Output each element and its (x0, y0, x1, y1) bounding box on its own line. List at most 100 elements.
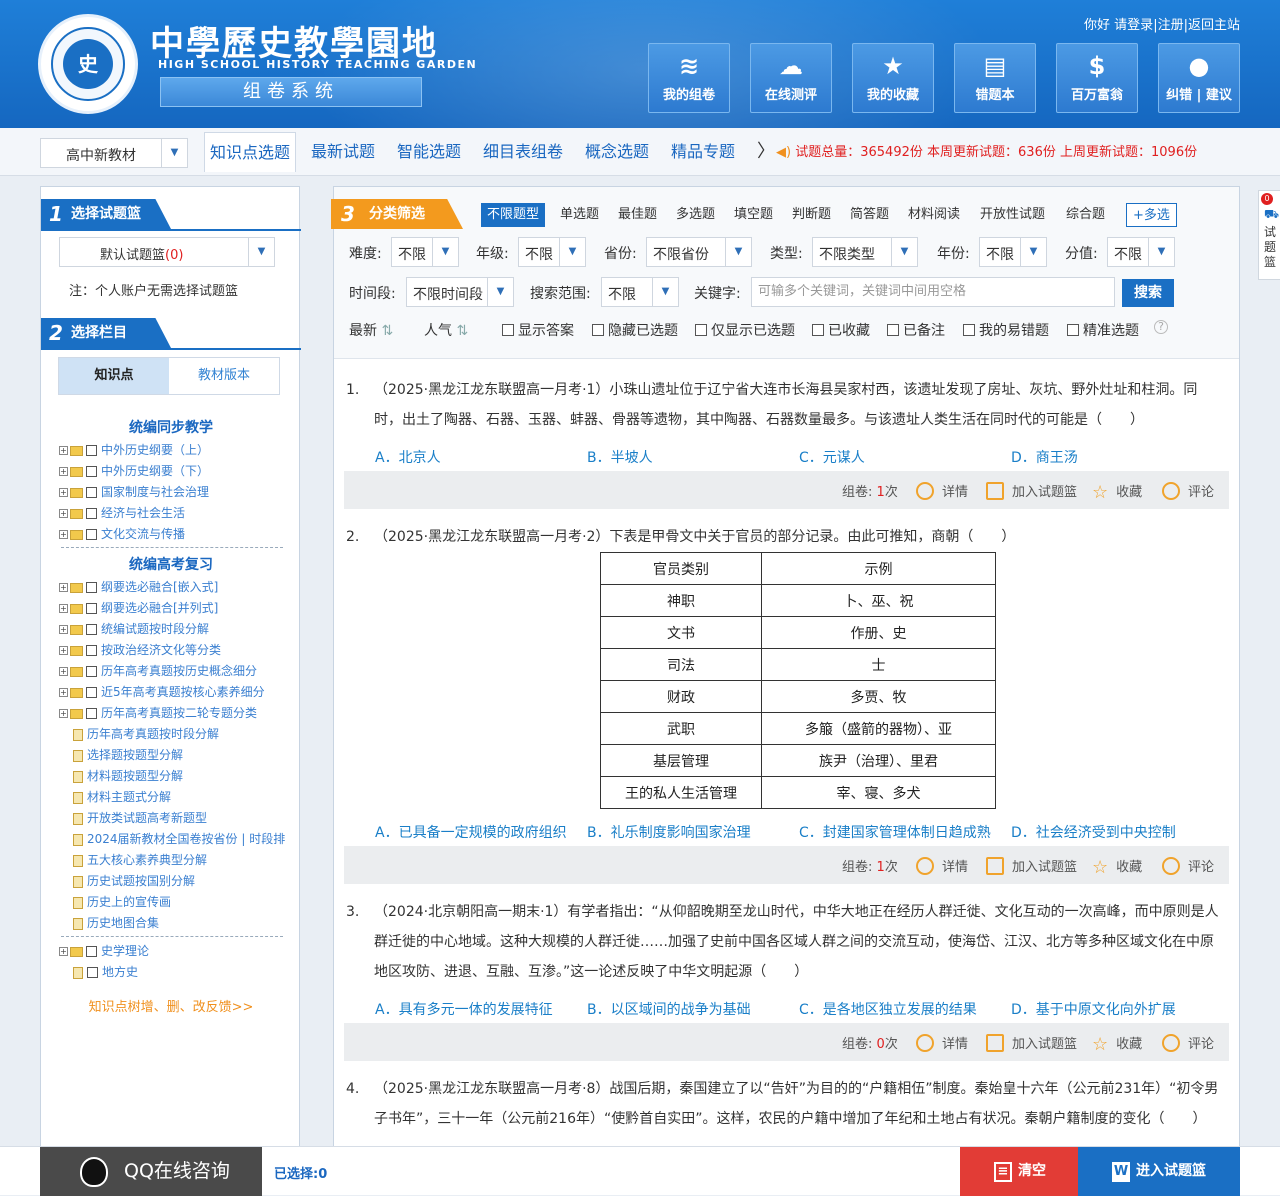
expand-icon[interactable]: + (59, 667, 68, 676)
sort-popular[interactable]: 人气 ⇅ (424, 320, 468, 340)
qtype-2[interactable]: 最佳题 (618, 203, 657, 227)
add-to-basket-button[interactable]: 加入试题篮 (986, 1033, 1077, 1052)
option-c[interactable]: C．封建国家管理体制日趋成熟 (799, 822, 991, 842)
checkbox[interactable] (86, 603, 97, 614)
nav-button-4[interactable]: $ 百万富翁 (1056, 43, 1138, 113)
tab-knowledge[interactable]: 知识点选题 (204, 132, 297, 172)
option-d[interactable]: D．基于中原文化向外扩展 (1011, 999, 1176, 1019)
tree-group1-title[interactable]: 统编同步教学 (41, 417, 301, 437)
favorite-button[interactable]: ☆ 收藏 (1092, 481, 1142, 503)
option-b[interactable]: B．礼乐制度影响国家治理 (587, 822, 751, 842)
comment-button[interactable]: 评论 (1162, 481, 1214, 500)
option-a[interactable]: A．已具备一定规模的政府组织 (375, 822, 567, 842)
qq-consult-button[interactable]: QQ在线咨询 (40, 1147, 262, 1196)
tree-feedback-link[interactable]: 知识点树增、删、改反馈>> (41, 996, 301, 1015)
filter-checkbox-6[interactable]: 精准选题 (1067, 320, 1139, 340)
tree-folder[interactable]: + 近5年高考真题按核心素养细分 (59, 682, 285, 702)
qtype-1[interactable]: 单选题 (560, 203, 599, 227)
option-d[interactable]: D．社会经济受到中央控制 (1011, 822, 1176, 842)
switch-textbook[interactable]: 教材版本 (169, 358, 279, 394)
tab-smart[interactable]: 智能选题 (397, 132, 461, 172)
tree-doc[interactable]: 材料题按题型分解 (59, 766, 285, 786)
checkbox[interactable] (86, 466, 97, 477)
expand-icon[interactable]: + (59, 947, 68, 956)
qtype-5[interactable]: 判断题 (792, 203, 831, 227)
register-link[interactable]: 注册 (1158, 18, 1184, 33)
detail-button[interactable]: 详情 (916, 481, 968, 500)
checkbox[interactable] (86, 487, 97, 498)
tree-folder[interactable]: + 中外历史纲要（下） (59, 461, 285, 481)
tree-doc[interactable]: 2024届新教材全国卷按省份 | 时段排列 (59, 829, 285, 849)
qtype-9[interactable]: 综合题 (1066, 203, 1105, 227)
checkbox[interactable] (1067, 324, 1079, 336)
qtype-3[interactable]: 多选题 (676, 203, 715, 227)
clear-button[interactable]: ≡ 清空 (960, 1147, 1078, 1196)
expand-icon[interactable]: + (59, 467, 68, 476)
basket-select[interactable]: 默认试题篮(0) ▼ (59, 237, 275, 267)
tree-folder[interactable]: + 史学理论 (59, 941, 285, 961)
favorite-button[interactable]: ☆ 收藏 (1092, 856, 1142, 878)
tree-doc[interactable]: 历年高考真题按时段分解 (59, 724, 285, 744)
qtype-8[interactable]: 开放性试题 (980, 203, 1045, 227)
tabs-more-arrow[interactable]: 〉 (757, 132, 775, 172)
difficulty-select[interactable]: 不限 ▼ (391, 237, 459, 267)
nav-button-2[interactable]: ★ 我的收藏 (852, 43, 934, 113)
tree-doc[interactable]: 五大核心素养典型分解 (59, 850, 285, 870)
qtype-0[interactable]: 不限题型 (481, 203, 546, 227)
filter-checkbox-5[interactable]: 我的易错题 (963, 320, 1049, 340)
comment-button[interactable]: 评论 (1162, 1033, 1214, 1052)
tree-folder[interactable]: 地方史 (59, 962, 285, 982)
tree-doc[interactable]: 选择题按题型分解 (59, 745, 285, 765)
qtype-4[interactable]: 填空题 (734, 203, 773, 227)
detail-button[interactable]: 详情 (916, 856, 968, 875)
tree-doc[interactable]: 历史试题按国别分解 (59, 871, 285, 891)
tree-doc[interactable]: 历史上的宣传画 (59, 892, 285, 912)
range-select[interactable]: 不限 ▼ (601, 277, 679, 307)
checkbox[interactable] (695, 324, 707, 336)
type-select[interactable]: 不限类型 ▼ (812, 237, 918, 267)
checkbox[interactable] (86, 666, 97, 677)
detail-button[interactable]: 详情 (916, 1033, 968, 1052)
option-b[interactable]: B．半坡人 (587, 447, 653, 467)
tree-folder[interactable]: + 国家制度与社会治理 (59, 482, 285, 502)
expand-icon[interactable]: + (59, 583, 68, 592)
tree-folder[interactable]: + 纲要选必融合[并列式] (59, 598, 285, 618)
tree-group2-title[interactable]: 统编高考复习 (41, 554, 301, 574)
period-select[interactable]: 不限时间段 ▼ (406, 277, 514, 307)
province-select[interactable]: 不限省份 ▼ (646, 237, 752, 267)
site-logo[interactable]: 史 (38, 14, 138, 114)
filter-checkbox-1[interactable]: 隐藏已选题 (592, 320, 678, 340)
option-a[interactable]: A．北京人 (375, 447, 441, 467)
nav-button-1[interactable]: ☁ 在线测评 (750, 43, 832, 113)
nav-button-0[interactable]: ≋ 我的组卷 (648, 43, 730, 113)
tab-featured[interactable]: 精品专题 (671, 132, 735, 172)
expand-icon[interactable]: + (59, 488, 68, 497)
tree-folder[interactable]: + 历年高考真题按二轮专题分类 (59, 703, 285, 723)
tree-doc[interactable]: 开放类试题高考新题型 (59, 808, 285, 828)
favorite-button[interactable]: ☆ 收藏 (1092, 1033, 1142, 1055)
checkbox[interactable] (887, 324, 899, 336)
expand-icon[interactable]: + (59, 446, 68, 455)
checkbox[interactable] (963, 324, 975, 336)
option-c[interactable]: C．元谋人 (799, 447, 865, 467)
grade-select[interactable]: 不限 ▼ (518, 237, 586, 267)
filter-checkbox-3[interactable]: 已收藏 (812, 320, 870, 340)
keyword-input[interactable]: 可输多个关键词，关键词中间用空格 (751, 277, 1115, 307)
checkbox[interactable] (86, 687, 97, 698)
checkbox[interactable] (502, 324, 514, 336)
tab-outline[interactable]: 细目表组卷 (483, 132, 563, 172)
expand-icon[interactable]: + (59, 688, 68, 697)
comment-button[interactable]: 评论 (1162, 856, 1214, 875)
checkbox[interactable] (86, 645, 97, 656)
checkbox[interactable] (86, 445, 97, 456)
expand-icon[interactable]: + (59, 509, 68, 518)
add-to-basket-button[interactable]: 加入试题篮 (986, 481, 1077, 500)
nav-button-3[interactable]: ▤ 错题本 (954, 43, 1036, 113)
tab-latest[interactable]: 最新试题 (311, 132, 375, 172)
checkbox[interactable] (86, 529, 97, 540)
checkbox[interactable] (86, 708, 97, 719)
switch-knowledge[interactable]: 知识点 (59, 358, 169, 394)
sort-newest[interactable]: 最新 ⇅ (349, 320, 393, 340)
tree-folder[interactable]: + 按政治经济文化等分类 (59, 640, 285, 660)
checkbox[interactable] (86, 946, 97, 957)
